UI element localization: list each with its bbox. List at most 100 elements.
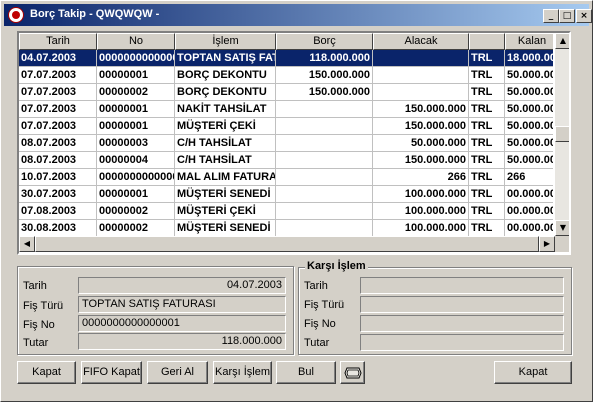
scroll-left-icon[interactable]: ◀ — [19, 236, 35, 252]
table-cell: TRL — [469, 118, 505, 135]
table-cell — [373, 84, 469, 101]
vertical-scroll-thumb[interactable] — [555, 126, 569, 142]
table-cell — [276, 152, 373, 169]
eraser-icon — [343, 367, 362, 379]
tarih-label: Tarih — [23, 280, 47, 292]
table-cell: 150.000.000 — [373, 118, 469, 135]
fifo-kapat-button[interactable]: FIFO Kapat — [81, 361, 142, 384]
title-bar[interactable]: Borç Takip - QWQWQW - _ □ × — [4, 4, 592, 26]
table-cell: 50.000.000 — [505, 118, 553, 135]
geri-al-button[interactable]: Geri Al — [147, 361, 208, 384]
table-cell: TOPTAN SATIŞ FATURASI — [175, 50, 276, 67]
table-row[interactable]: 07.07.2003 00000001 MÜŞTERİ ÇEKİ 150.000.00… — [19, 118, 553, 135]
borc-takip-window: Borç Takip - QWQWQW - _ □ × Tarih No İşlem… — [0, 0, 593, 402]
table-cell: 266 — [505, 169, 553, 186]
kapat-right-button[interactable]: Kapat — [494, 361, 572, 384]
table-cell: TRL — [469, 169, 505, 186]
column-header[interactable]: Alacak — [373, 33, 469, 50]
table-row[interactable]: 07.08.2003 00000002 MÜŞTERİ ÇEKİ 100.000.00… — [19, 203, 553, 220]
table-cell: 00000002 — [97, 84, 175, 101]
transactions-grid: Tarih No İşlem Borç Alacak Kalan 04.07.2003 000… — [17, 31, 571, 255]
vertical-scrollbar[interactable]: ▲ ▼ — [555, 33, 569, 236]
table-cell: TRL — [469, 50, 505, 67]
column-header[interactable]: Tarih — [19, 33, 97, 50]
table-cell: 50.000.000 — [505, 67, 553, 84]
horizontal-scrollbar[interactable]: ◀ ▶ — [19, 236, 555, 252]
table-cell: BORÇ DEKONTU — [175, 84, 276, 101]
karsi-fis-no-field — [360, 315, 564, 332]
table-cell — [276, 135, 373, 152]
table-cell: C/H TAHSİLAT — [175, 135, 276, 152]
table-cell: MAL ALIM FATURASI — [175, 169, 276, 186]
kapat-button[interactable]: Kapat — [17, 361, 76, 384]
column-header[interactable]: Borç — [276, 33, 373, 50]
table-cell: BORÇ DEKONTU — [175, 67, 276, 84]
scroll-corner — [555, 236, 569, 252]
karsi-islem-group: Tarih Fiş Türü Fiş No Tutar — [298, 267, 572, 355]
table-cell: MÜŞTERİ ÇEKİ — [175, 203, 276, 220]
table-cell: 04.07.2003 — [19, 50, 97, 67]
tarih-field: 04.07.2003 — [78, 277, 286, 294]
table-cell: 07.07.2003 — [19, 101, 97, 118]
table-cell: 00.000.000 — [505, 203, 553, 220]
table-cell: 00000001 — [97, 101, 175, 118]
fis-no-field: 0000000000000001 — [78, 315, 286, 332]
app-logo-icon — [8, 7, 24, 23]
column-header[interactable]: No — [97, 33, 175, 50]
table-cell: TRL — [469, 152, 505, 169]
minimize-button[interactable]: _ — [543, 9, 559, 23]
karsi-islem-button[interactable]: Karşı İşlem — [213, 361, 272, 384]
table-row[interactable]: 08.07.2003 00000004 C/H TAHSİLAT 150.000.00… — [19, 152, 553, 169]
scroll-down-icon[interactable]: ▼ — [555, 220, 569, 236]
karsi-fis-turu-field — [360, 296, 564, 313]
table-row[interactable]: 08.07.2003 00000003 C/H TAHSİLAT 50.000.000… — [19, 135, 553, 152]
table-cell — [373, 67, 469, 84]
karsi-tutar-field — [360, 334, 564, 351]
table-row[interactable]: 30.07.2003 00000001 MÜŞTERİ SENEDİ 100.000.… — [19, 186, 553, 203]
details-panel: Tarih 04.07.2003 Fiş Türü TOPTAN SATIŞ F… — [17, 266, 294, 355]
table-cell: 118.000.000 — [276, 50, 373, 67]
table-cell: TRL — [469, 203, 505, 220]
scroll-right-icon[interactable]: ▶ — [539, 236, 555, 252]
table-row[interactable]: 10.07.20030000000000000001MAL ALIM FATUR… — [19, 169, 553, 186]
table-cell: 08.07.2003 — [19, 152, 97, 169]
table-row[interactable]: 30.08.2003 00000002 MÜŞTERİ SENEDİ 100.000.… — [19, 220, 553, 236]
table-cell: 0000000000000001 — [97, 169, 175, 186]
table-cell: 30.08.2003 — [19, 220, 97, 236]
table-cell: 50.000.000 — [505, 101, 553, 118]
table-cell: 00000001 — [97, 67, 175, 84]
table-cell: TRL — [469, 135, 505, 152]
table-cell: 00.000.000 — [505, 186, 553, 203]
horizontal-scroll-thumb[interactable] — [35, 236, 539, 252]
tutar-label: Tutar — [23, 337, 49, 349]
karsi-tarih-label: Tarih — [304, 280, 328, 292]
column-header[interactable]: Kalan — [505, 33, 553, 50]
table-cell: 08.07.2003 — [19, 135, 97, 152]
bul-button[interactable]: Bul — [276, 361, 336, 384]
close-button[interactable]: × — [576, 9, 592, 23]
table-cell: 50.000.000 — [505, 152, 553, 169]
table-row[interactable]: 04.07.20030000000000000001TOPTAN SATIŞ F… — [19, 50, 553, 67]
table-cell: TRL — [469, 220, 505, 236]
table-cell: 00.000.000 — [505, 220, 553, 236]
table-cell: 00000001 — [97, 118, 175, 135]
scroll-up-icon[interactable]: ▲ — [555, 33, 569, 49]
column-header[interactable] — [469, 33, 505, 50]
column-header[interactable]: İşlem — [175, 33, 276, 50]
maximize-button[interactable]: □ — [559, 9, 575, 23]
table-cell — [276, 186, 373, 203]
table-row[interactable]: 07.07.2003 00000001 NAKİT TAHSİLAT 150.000.… — [19, 101, 553, 118]
eraser-button[interactable] — [340, 361, 365, 384]
table-cell: 00000002 — [97, 203, 175, 220]
table-cell — [276, 101, 373, 118]
karsi-islem-title: Karşı İşlem — [305, 260, 368, 272]
table-cell: 150.000.000 — [276, 67, 373, 84]
table-cell: 100.000.000 — [373, 186, 469, 203]
table-cell: 100.000.000 — [373, 203, 469, 220]
karsi-fis-turu-label: Fiş Türü — [304, 299, 345, 311]
table-row[interactable]: 07.07.2003 00000002 BORÇ DEKONTU 150.000.00… — [19, 84, 553, 101]
table-cell — [276, 169, 373, 186]
table-cell: 0000000000000001 — [97, 50, 175, 67]
table-row[interactable]: 07.07.2003 00000001 BORÇ DEKONTU 150.000.00… — [19, 67, 553, 84]
karsi-tarih-field — [360, 277, 564, 294]
